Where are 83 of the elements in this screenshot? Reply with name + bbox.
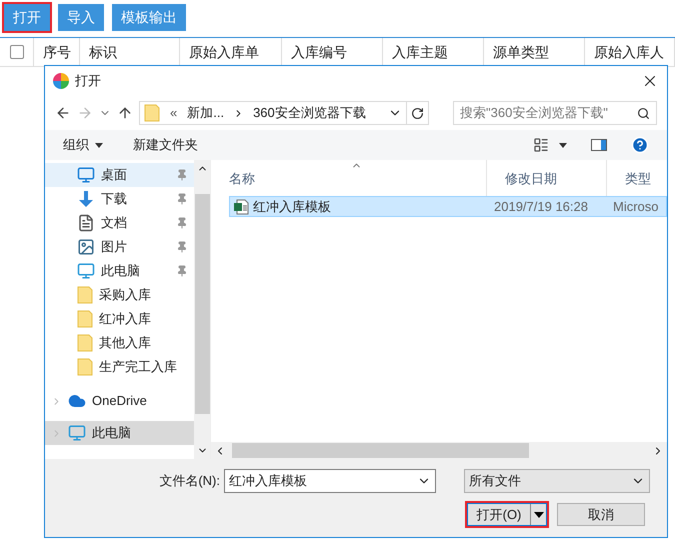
nav-item[interactable]: 图片 [45,235,194,259]
pin-icon[interactable] [176,241,188,253]
address-overflow[interactable]: « [164,103,184,123]
file-type: Microso [612,198,659,216]
address-bar[interactable]: « 新加... 360安全浏览器下载 [139,101,429,125]
nav-label: 生产完工入库 [99,358,178,376]
folder-icon [144,104,160,122]
window-title: 打开 [75,72,101,90]
cloud-icon [68,392,86,410]
folder-icon [77,334,93,352]
nav-label: OneDrive [92,392,147,410]
down-arrow-icon [77,190,95,208]
column-header[interactable]: 类型 [625,171,651,186]
breadcrumb[interactable]: 360安全浏览器下载 [249,103,370,123]
file-date: 2019/7/19 16:28 [493,198,589,216]
file-type-select[interactable]: 所有文件 [464,469,650,493]
nav-label: 下载 [101,190,128,208]
column-header: 源单类型 [493,42,549,62]
column-header: 原始入库人 [594,42,664,62]
search-field[interactable]: 搜索"360安全浏览器下载" [453,101,657,125]
filename-field[interactable]: 红冲入库模板 [224,469,436,493]
column-header: 标识 [89,42,117,62]
computer-icon [68,424,86,442]
forward-icon[interactable] [77,105,93,121]
nav-label: 红冲入库 [99,310,152,328]
view-icon[interactable] [533,137,549,153]
vertical-scrollbar[interactable] [194,160,210,459]
breadcrumb[interactable]: 新加... [183,103,228,123]
nav-item[interactable]: 下载 [45,187,194,211]
select-all-checkbox[interactable] [10,45,24,59]
caret-icon [534,512,544,518]
scroll-thumb[interactable] [232,443,529,458]
computer-icon [77,262,95,280]
monitor-icon [77,166,95,184]
app-logo-icon [53,73,69,89]
file-row[interactable]: 红冲入库模板 2019/7/19 16:28 Microso [229,196,667,217]
search-icon[interactable] [637,106,650,120]
nav-item[interactable]: 生产完工入库 [45,355,194,379]
nav-label: 此电脑 [101,262,141,280]
open-button[interactable]: 打开(O) [467,503,547,526]
nav-label: 此电脑 [92,424,131,442]
column-header[interactable]: 名称 [229,171,255,186]
nav-item[interactable]: 采购入库 [45,283,194,307]
help-icon[interactable] [631,136,649,154]
horizontal-scrollbar[interactable] [211,442,667,459]
file-name: 红冲入库模板 [253,198,331,216]
folder-icon [77,310,93,328]
nav-label: 采购入库 [99,286,152,304]
pin-icon[interactable] [176,217,188,229]
column-header: 序号 [43,42,71,62]
command-button[interactable]: 新建文件夹 [133,135,198,155]
spreadsheet-icon [233,198,249,214]
nav-item[interactable]: 此电脑 [45,421,194,445]
column-header[interactable]: 修改日期 [505,171,557,186]
document-icon [77,214,95,232]
filename-label: 文件名(N): [159,472,220,490]
nav-label: 其他入库 [99,334,152,352]
nav-item[interactable]: OneDrive [45,389,194,413]
nav-item[interactable]: 桌面 [45,163,194,187]
column-header: 入库主题 [392,42,448,62]
nav-label: 文档 [101,214,128,232]
cancel-button[interactable]: 取消 [557,503,645,526]
command-button[interactable]: 组织 [63,135,103,155]
pin-icon[interactable] [176,265,188,277]
caret-icon[interactable] [559,142,567,148]
refresh-icon[interactable] [411,106,424,120]
pin-icon[interactable] [176,193,188,205]
nav-item[interactable]: 此电脑 [45,259,194,283]
column-header: 原始入库单 [189,42,259,62]
back-icon[interactable] [55,105,71,121]
nav-label: 图片 [101,238,128,256]
preview-pane-icon[interactable] [591,139,607,151]
nav-label: 桌面 [101,166,128,184]
nav-item[interactable]: 文档 [45,211,194,235]
folder-icon [77,286,93,304]
up-icon[interactable] [117,105,133,121]
folder-icon [77,358,93,376]
nav-item[interactable]: 红冲入库 [45,307,194,331]
picture-icon [77,238,95,256]
column-header: 入库编号 [291,42,347,62]
pin-icon[interactable] [176,169,188,181]
nav-item[interactable]: 其他入库 [45,331,194,355]
scroll-thumb[interactable] [194,194,210,414]
